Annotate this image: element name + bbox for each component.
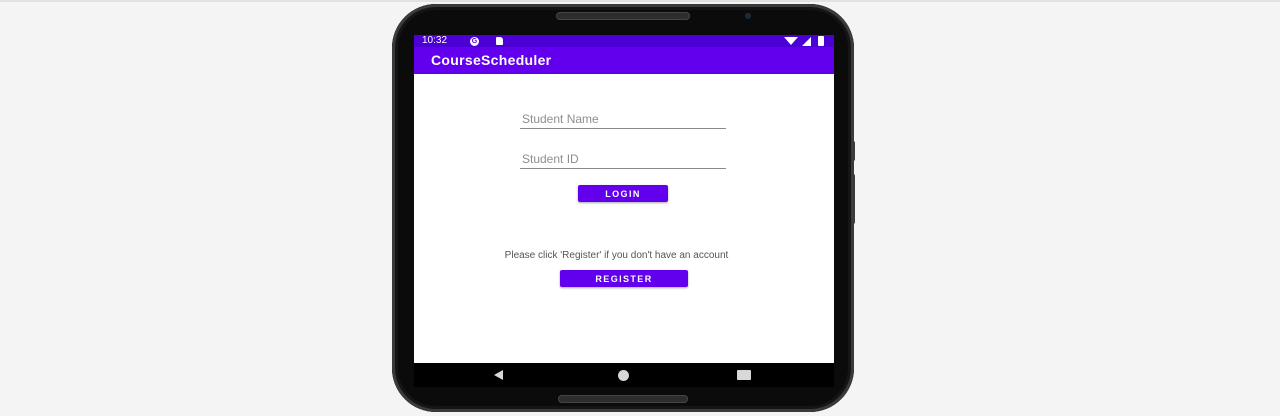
signal-icon: [802, 37, 811, 46]
earpiece-speaker: [556, 12, 690, 20]
recents-icon[interactable]: [737, 370, 751, 380]
navigation-bar: [414, 363, 834, 387]
volume-button[interactable]: [851, 174, 855, 224]
google-icon: G: [470, 37, 479, 46]
status-bar: 10:32 G: [414, 35, 834, 47]
page-top-divider: [0, 0, 1280, 2]
power-button[interactable]: [851, 141, 855, 161]
app-bar: CourseScheduler: [414, 47, 834, 74]
status-time: 10:32: [422, 35, 448, 46]
register-button[interactable]: REGISTER: [560, 270, 688, 287]
front-camera-icon: [745, 13, 751, 19]
student-id-input[interactable]: [520, 149, 726, 169]
back-icon[interactable]: [494, 370, 503, 380]
app-title: CourseScheduler: [431, 52, 552, 68]
phone-screen: 10:32 G CourseScheduler LOGIN Please cli…: [414, 35, 834, 387]
sd-card-icon: [496, 37, 503, 45]
bottom-speaker: [558, 395, 688, 403]
login-button[interactable]: LOGIN: [578, 185, 668, 202]
battery-icon: [818, 36, 824, 46]
register-hint-text: Please click 'Register' if you don't hav…: [504, 250, 729, 261]
student-name-input[interactable]: [520, 109, 726, 129]
wifi-icon: [784, 37, 798, 45]
home-icon[interactable]: [618, 370, 629, 381]
